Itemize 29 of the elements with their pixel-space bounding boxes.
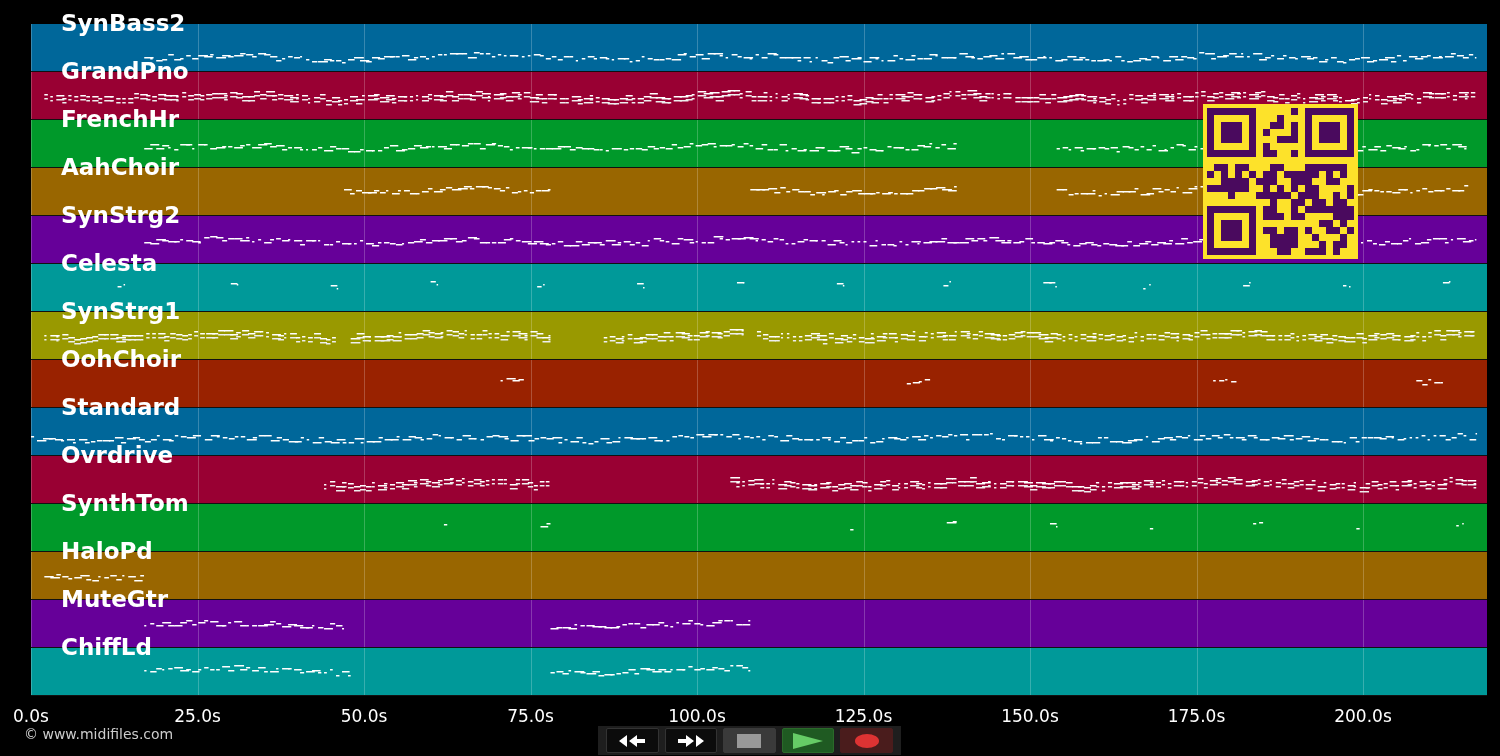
time-tick-label: 50.0s	[340, 706, 388, 726]
time-tick-label: 100.0s	[668, 706, 726, 726]
stop-button[interactable]	[723, 728, 776, 753]
time-tick-label: 75.0s	[507, 706, 554, 726]
track-name: AahChoir	[61, 153, 179, 181]
copyright-text: © www.midifiles.com	[24, 726, 174, 742]
track-name: MuteGtr	[61, 585, 169, 613]
rewind-button[interactable]	[606, 728, 659, 753]
track-name: SynStrg1	[61, 297, 181, 325]
fast-forward-icon	[676, 733, 705, 748]
time-tick-label: 200.0s	[1334, 706, 1392, 726]
time-tick-label: 175.0s	[1167, 706, 1226, 726]
track-name: Ovrdrive	[61, 441, 174, 469]
track-name: OohChoir	[61, 345, 181, 373]
record-icon	[854, 733, 879, 748]
track-name: GrandPno	[61, 57, 189, 85]
time-tick-label: 150.0s	[1001, 706, 1059, 726]
track-name: SynStrg2	[61, 201, 181, 229]
record-button[interactable]	[840, 728, 893, 753]
rewind-icon	[618, 733, 647, 748]
track-name: HaloPd	[61, 537, 153, 565]
stop-icon	[737, 733, 762, 748]
time-tick-label: 125.0s	[834, 706, 893, 726]
fast-forward-button[interactable]	[664, 728, 718, 753]
track-name: SynBass2	[61, 9, 186, 37]
time-tick-label: 25.0s	[174, 706, 221, 726]
play-button[interactable]	[781, 728, 835, 753]
time-tick-label: 0.0s	[13, 706, 49, 726]
play-icon	[793, 732, 824, 749]
